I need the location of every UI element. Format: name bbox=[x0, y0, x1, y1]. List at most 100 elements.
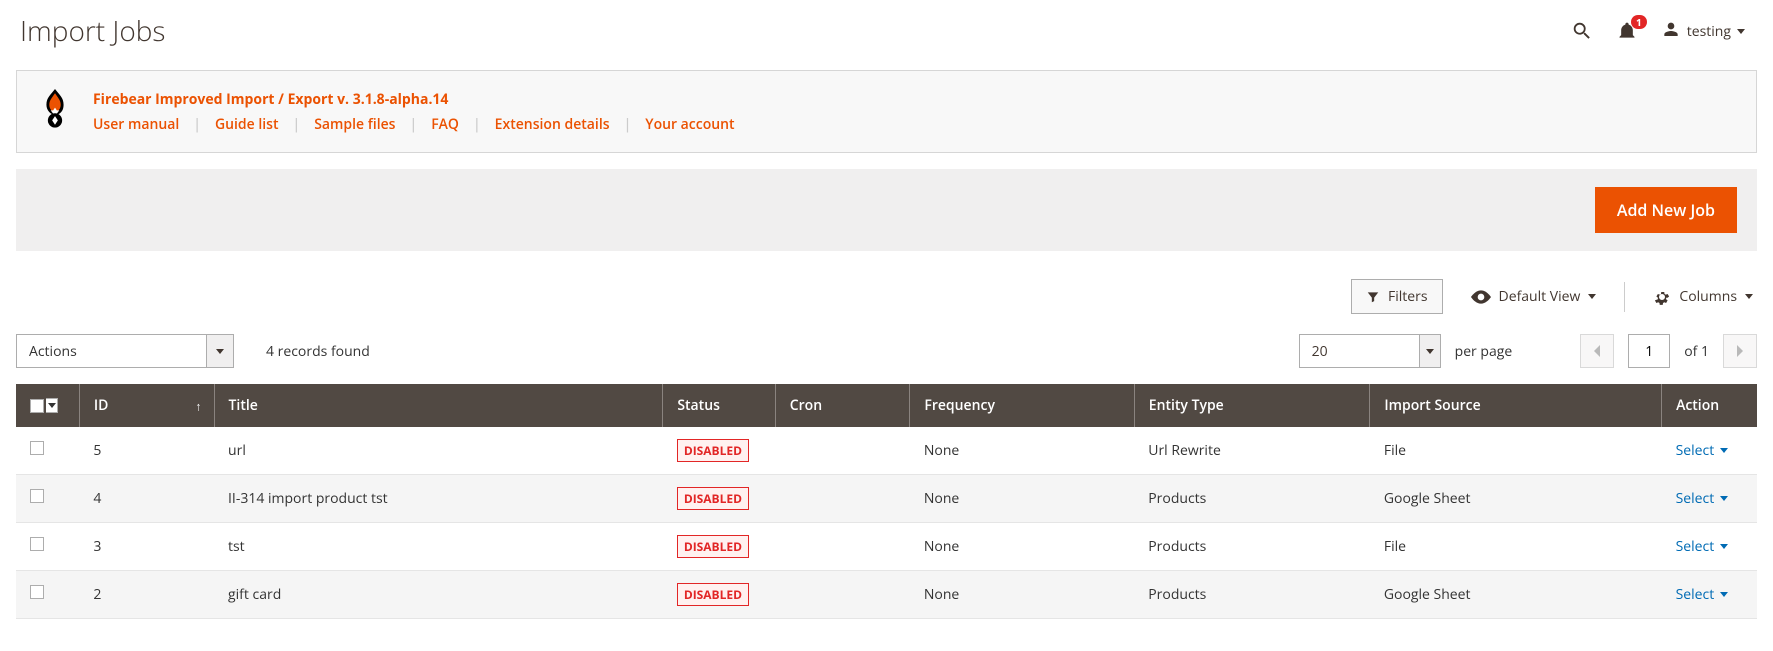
filters-button[interactable]: Filters bbox=[1351, 279, 1443, 314]
cell-title: tst bbox=[214, 523, 663, 571]
link-sample-files[interactable]: Sample files bbox=[314, 115, 395, 134]
cell-frequency: None bbox=[910, 571, 1134, 619]
col-header-frequency[interactable]: Frequency bbox=[910, 384, 1134, 427]
cell-entity-type: Url Rewrite bbox=[1134, 427, 1370, 475]
chevron-right-icon bbox=[1736, 345, 1744, 357]
col-header-entity-type[interactable]: Entity Type bbox=[1134, 384, 1370, 427]
cell-import-source: Google Sheet bbox=[1370, 475, 1662, 523]
per-page-value: 20 bbox=[1299, 334, 1419, 368]
chevron-down-icon bbox=[1588, 294, 1596, 299]
actions-select-toggle[interactable] bbox=[206, 334, 234, 368]
chevron-down-icon bbox=[1745, 294, 1753, 299]
page-total: of 1 bbox=[1684, 342, 1709, 361]
user-menu[interactable]: testing bbox=[1661, 21, 1745, 41]
user-name: testing bbox=[1687, 22, 1731, 41]
cell-import-source: Google Sheet bbox=[1370, 571, 1662, 619]
chevron-down-icon bbox=[1720, 592, 1728, 597]
cell-id: 4 bbox=[79, 475, 214, 523]
status-badge: DISABLED bbox=[677, 487, 749, 510]
col-header-title[interactable]: Title bbox=[214, 384, 663, 427]
table-row[interactable]: 5urlDISABLEDNoneUrl RewriteFileSelect bbox=[16, 427, 1757, 475]
page-input[interactable] bbox=[1628, 334, 1670, 368]
cell-id: 3 bbox=[79, 523, 214, 571]
actions-select-label: Actions bbox=[16, 334, 206, 368]
link-faq[interactable]: FAQ bbox=[431, 115, 459, 134]
col-header-action[interactable]: Action bbox=[1662, 384, 1757, 427]
firebear-logo-icon bbox=[37, 89, 73, 134]
chevron-down-icon bbox=[1720, 544, 1728, 549]
jobs-grid: ID ↑ Title Status Cron Frequency Entity … bbox=[16, 384, 1757, 619]
cell-id: 2 bbox=[79, 571, 214, 619]
table-row[interactable]: 3tst DISABLED NoneProductsFile Select bbox=[16, 523, 1757, 571]
select-all-checkbox[interactable] bbox=[30, 399, 44, 413]
col-header-cron[interactable]: Cron bbox=[775, 384, 910, 427]
cell-title: gift card bbox=[214, 571, 663, 619]
cell-id: 5 bbox=[79, 427, 214, 475]
chevron-down-icon bbox=[216, 349, 224, 354]
row-action-select[interactable]: Select bbox=[1676, 585, 1729, 604]
per-page-select[interactable]: 20 bbox=[1299, 334, 1441, 368]
col-header-import-src[interactable]: Import Source bbox=[1370, 384, 1662, 427]
actions-select[interactable]: Actions bbox=[16, 334, 234, 368]
search-icon[interactable] bbox=[1571, 20, 1593, 42]
table-row[interactable]: 4II-314 import product tst DISABLED NonePr… bbox=[16, 475, 1757, 523]
row-action-select[interactable]: Select bbox=[1676, 489, 1729, 508]
link-ext-details[interactable]: Extension details bbox=[495, 115, 610, 134]
page-title: Import Jobs bbox=[20, 12, 1571, 50]
cell-cron bbox=[775, 571, 910, 619]
row-checkbox[interactable] bbox=[30, 441, 44, 455]
col-header-id[interactable]: ID ↑ bbox=[79, 384, 214, 427]
separator bbox=[1624, 282, 1625, 312]
cell-entity-type: Products bbox=[1134, 475, 1370, 523]
cell-cron bbox=[775, 523, 910, 571]
action-bar: Add New Job bbox=[16, 169, 1757, 251]
row-checkbox[interactable] bbox=[30, 585, 44, 599]
cell-frequency: None bbox=[910, 523, 1134, 571]
row-checkbox[interactable] bbox=[30, 489, 44, 503]
cell-frequency: None bbox=[910, 475, 1134, 523]
col-header-status[interactable]: Status bbox=[663, 384, 775, 427]
row-checkbox[interactable] bbox=[30, 537, 44, 551]
select-all-toggle[interactable] bbox=[46, 398, 58, 413]
add-new-job-button[interactable]: Add New Job bbox=[1595, 187, 1737, 233]
link-guide-list[interactable]: Guide list bbox=[215, 115, 279, 134]
status-badge: DISABLED bbox=[677, 583, 749, 606]
eye-icon bbox=[1471, 290, 1491, 304]
sort-asc-icon: ↑ bbox=[196, 397, 202, 414]
notifications-badge: 1 bbox=[1631, 15, 1647, 29]
cell-entity-type: Products bbox=[1134, 523, 1370, 571]
chevron-down-icon bbox=[1737, 29, 1745, 34]
next-page-button[interactable] bbox=[1723, 334, 1757, 368]
records-found: 4 records found bbox=[266, 342, 370, 361]
columns-label: Columns bbox=[1679, 287, 1737, 306]
default-view-label: Default View bbox=[1499, 287, 1581, 306]
cell-entity-type: Products bbox=[1134, 571, 1370, 619]
cell-import-source: File bbox=[1370, 523, 1662, 571]
cell-cron bbox=[775, 475, 910, 523]
per-page-toggle[interactable] bbox=[1419, 334, 1441, 368]
link-user-manual[interactable]: User manual bbox=[93, 115, 179, 134]
chevron-down-icon bbox=[1720, 496, 1728, 501]
product-banner: Firebear Improved Import / Export v. 3.1… bbox=[16, 70, 1757, 153]
cell-title: II-314 import product tst bbox=[214, 475, 663, 523]
funnel-icon bbox=[1366, 290, 1380, 304]
status-badge: DISABLED bbox=[677, 439, 749, 462]
chevron-down-icon bbox=[1426, 349, 1434, 354]
row-action-select[interactable]: Select bbox=[1676, 537, 1729, 556]
filters-label: Filters bbox=[1388, 287, 1428, 306]
cell-frequency: None bbox=[910, 427, 1134, 475]
banner-links: User manual| Guide list| Sample files| F… bbox=[93, 115, 735, 134]
link-your-account[interactable]: Your account bbox=[645, 115, 734, 134]
gear-icon bbox=[1653, 288, 1671, 306]
chevron-down-icon bbox=[48, 403, 56, 408]
row-action-select[interactable]: Select bbox=[1676, 441, 1729, 460]
cell-import-source: File bbox=[1370, 427, 1662, 475]
notifications-icon[interactable]: 1 bbox=[1617, 21, 1637, 41]
columns-toggle[interactable]: Columns bbox=[1653, 287, 1753, 306]
cell-cron bbox=[775, 427, 910, 475]
chevron-left-icon bbox=[1593, 345, 1601, 357]
prev-page-button[interactable] bbox=[1580, 334, 1614, 368]
default-view-toggle[interactable]: Default View bbox=[1471, 287, 1597, 306]
table-row[interactable]: 2gift card DISABLED NoneProductsGoogle She… bbox=[16, 571, 1757, 619]
status-badge: DISABLED bbox=[677, 535, 749, 558]
